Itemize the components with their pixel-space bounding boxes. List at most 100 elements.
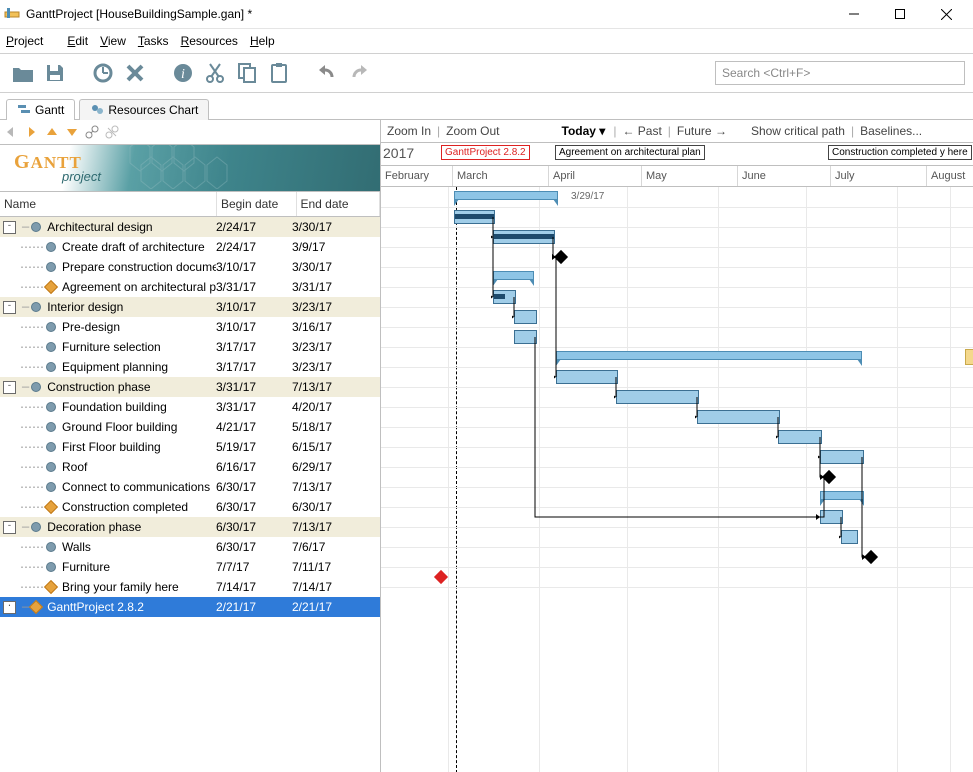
task-name: Equipment planning <box>62 360 168 374</box>
task-bar[interactable] <box>841 530 858 544</box>
today-button[interactable]: Today ▾ <box>562 124 606 138</box>
summary-bar[interactable] <box>820 491 864 500</box>
menu-tasks[interactable]: Tasks <box>138 34 169 48</box>
column-end[interactable]: End date <box>297 192 381 216</box>
menu-help[interactable]: Help <box>250 34 275 48</box>
move-down-button[interactable] <box>64 124 80 140</box>
milestone-flag-ganttproject[interactable]: GanttProject 2.8.2 <box>441 145 530 160</box>
tree-toggle[interactable]: - <box>3 301 16 314</box>
summary-bar[interactable] <box>556 351 862 360</box>
unlink-button[interactable] <box>104 124 120 140</box>
column-begin[interactable]: Begin date <box>217 192 297 216</box>
task-row[interactable]: ·—GanttProject 2.8.22/21/172/21/17 <box>0 597 380 617</box>
window-maximize-button[interactable] <box>877 0 923 28</box>
task-row[interactable]: ⋯⋯Ground Floor building4/21/175/18/17 <box>0 417 380 437</box>
task-bar[interactable] <box>697 410 780 424</box>
summary-bar[interactable] <box>493 271 534 280</box>
task-begin-date: 3/10/17 <box>216 320 292 334</box>
task-bar[interactable] <box>778 430 822 444</box>
undo-button[interactable] <box>312 58 342 88</box>
refresh-button[interactable] <box>88 58 118 88</box>
tree-toggle[interactable]: · <box>3 601 16 614</box>
task-begin-date: 3/31/17 <box>216 400 292 414</box>
column-name[interactable]: Name <box>0 192 217 216</box>
tree-toggle[interactable]: - <box>3 221 16 234</box>
critical-path-button[interactable]: Show critical path <box>751 124 845 138</box>
task-row[interactable]: -—Decoration phase6/30/177/13/17 <box>0 517 380 537</box>
task-row[interactable]: ⋯⋯Connect to communications6/30/177/13/1… <box>0 477 380 497</box>
menu-resources[interactable]: Resources <box>181 34 238 48</box>
tree-toggle[interactable]: - <box>3 381 16 394</box>
past-button[interactable]: ← Past <box>622 124 661 138</box>
task-end-date: 5/18/17 <box>292 420 372 434</box>
task-begin-date: 7/14/17 <box>216 580 292 594</box>
window-minimize-button[interactable] <box>831 0 877 28</box>
menu-project[interactable]: Project <box>6 34 55 48</box>
task-table-body: -—Architectural design2/24/173/30/17⋯⋯Cr… <box>0 217 380 772</box>
task-row[interactable]: ⋯⋯Walls6/30/177/6/17 <box>0 537 380 557</box>
cut-button[interactable] <box>200 58 230 88</box>
task-bar[interactable] <box>493 290 516 304</box>
tree-toggle[interactable]: - <box>3 521 16 534</box>
search-input[interactable]: Search <Ctrl+F> <box>715 61 965 85</box>
paste-button[interactable] <box>264 58 294 88</box>
chart-toolbar: Zoom In | Zoom Out Today ▾ | ← Past | Fu… <box>381 120 973 143</box>
task-end-date: 7/11/17 <box>292 560 372 574</box>
menu-view[interactable]: View <box>100 34 126 48</box>
zoom-in-button[interactable]: Zoom In <box>387 124 431 138</box>
nav-forward-button[interactable] <box>24 124 40 140</box>
zoom-out-button[interactable]: Zoom Out <box>446 124 499 138</box>
task-row[interactable]: ⋯⋯First Floor building5/19/176/15/17 <box>0 437 380 457</box>
milestone-flag-construction[interactable]: Construction completed y here <box>828 145 972 160</box>
task-row[interactable]: ⋯⋯Agreement on architectural pl...3/31/1… <box>0 277 380 297</box>
task-icon <box>46 442 56 452</box>
baselines-button[interactable]: Baselines... <box>860 124 922 138</box>
task-row[interactable]: ⋯⋯Foundation building3/31/174/20/17 <box>0 397 380 417</box>
task-begin-date: 5/19/17 <box>216 440 292 454</box>
task-row[interactable]: ⋯⋯Furniture selection3/17/173/23/17 <box>0 337 380 357</box>
milestone-flag-agreement[interactable]: Agreement on architectural plan <box>555 145 705 160</box>
summary-bar[interactable] <box>454 191 558 200</box>
menu-edit[interactable]: Edit <box>67 34 88 48</box>
delete-button[interactable] <box>120 58 150 88</box>
tab-gantt[interactable]: Gantt <box>6 99 75 120</box>
task-bar[interactable] <box>556 370 618 384</box>
future-button[interactable]: Future → <box>677 124 727 138</box>
nav-back-button[interactable] <box>4 124 20 140</box>
task-row[interactable]: -—Architectural design2/24/173/30/17 <box>0 217 380 237</box>
window-close-button[interactable] <box>923 0 969 28</box>
link-button[interactable] <box>84 124 100 140</box>
redo-button[interactable] <box>344 58 374 88</box>
task-begin-date: 3/31/17 <box>216 380 292 394</box>
task-row[interactable]: ⋯⋯Roof6/16/176/29/17 <box>0 457 380 477</box>
task-bar[interactable] <box>820 450 864 464</box>
task-bar[interactable] <box>454 210 495 224</box>
open-button[interactable] <box>8 58 38 88</box>
task-bar[interactable] <box>493 230 555 244</box>
task-begin-date: 6/30/17 <box>216 540 292 554</box>
task-bar[interactable] <box>514 330 537 344</box>
task-bar[interactable] <box>514 310 537 324</box>
task-row[interactable]: ⋯⋯Create draft of architecture2/24/173/9… <box>0 237 380 257</box>
move-up-button[interactable] <box>44 124 60 140</box>
task-name: Create draft of architecture <box>62 240 205 254</box>
task-end-date: 7/13/17 <box>292 520 372 534</box>
save-button[interactable] <box>40 58 70 88</box>
tab-resources[interactable]: Resources Chart <box>79 99 209 120</box>
task-bar[interactable] <box>820 510 843 524</box>
info-button[interactable]: i <box>168 58 198 88</box>
task-row[interactable]: ⋯⋯Bring your family here7/14/177/14/17 <box>0 577 380 597</box>
task-begin-date: 7/7/17 <box>216 560 292 574</box>
gantt-chart-area[interactable]: 3/29/17 <box>381 187 973 772</box>
task-row[interactable]: -—Interior design3/10/173/23/17 <box>0 297 380 317</box>
task-row[interactable]: ⋯⋯Construction completed6/30/176/30/17 <box>0 497 380 517</box>
task-row[interactable]: -—Construction phase3/31/177/13/17 <box>0 377 380 397</box>
task-row[interactable]: ⋯⋯Furniture7/7/177/11/17 <box>0 557 380 577</box>
task-row[interactable]: ⋯⋯Pre-design3/10/173/16/17 <box>0 317 380 337</box>
task-row[interactable]: ⋯⋯Equipment planning3/17/173/23/17 <box>0 357 380 377</box>
copy-button[interactable] <box>232 58 262 88</box>
task-bar[interactable] <box>616 390 699 404</box>
task-end-date: 6/29/17 <box>292 460 372 474</box>
task-end-date: 7/13/17 <box>292 480 372 494</box>
task-row[interactable]: ⋯⋯Prepare construction documents3/10/173… <box>0 257 380 277</box>
